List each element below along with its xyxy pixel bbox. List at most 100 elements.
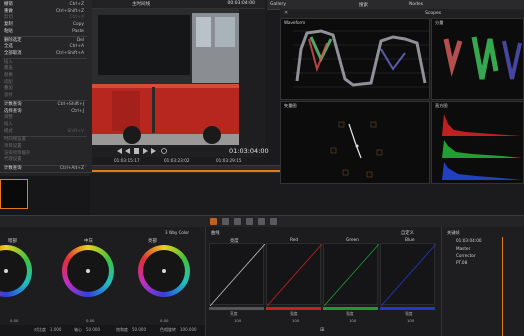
keyframe-row-master[interactable]: Master xyxy=(456,246,470,251)
color-wheels-panel: 3 Way Color 暗部 中灰 亮部 0.00 0.00 0.00 对比度 … xyxy=(0,227,205,336)
shadows-wheel[interactable] xyxy=(0,245,32,297)
keyframe-row-corrector[interactable]: Corrector xyxy=(456,253,476,258)
blue-curve[interactable] xyxy=(380,243,437,307)
menu-item-label: 模式 xyxy=(4,128,13,134)
window-tool-icon[interactable] xyxy=(246,218,253,225)
nodes-tab[interactable]: Nodes xyxy=(409,2,423,7)
scopes-tab[interactable]: Scopes xyxy=(425,11,441,16)
curves-custom[interactable]: 自定义 xyxy=(401,230,414,236)
menu-item-label: 代理设置 xyxy=(4,157,22,163)
menu-item-label: 项目设置 xyxy=(4,144,22,149)
wheels-mode[interactable]: 3 Way Color xyxy=(165,230,189,235)
menu-item-shortcut: Copy xyxy=(72,22,84,28)
curves-panel: 曲线 自定义 亮度 Red Green Blue 亮度 强度 强度 强度 100… xyxy=(205,227,442,336)
viewer-timecode: 00:03:04:00 xyxy=(227,1,255,6)
menu-item-shortcut: Ctrl+Shift+Z xyxy=(55,8,84,14)
highlights-value: 0.00 xyxy=(160,318,169,323)
timecode-ruler: 01:03:15:17 01:03:23:02 01:03:29:15 xyxy=(92,157,265,165)
menu-item-label: 剪切 xyxy=(4,15,13,21)
blue-bar[interactable] xyxy=(380,307,435,310)
midtones-wheel[interactable] xyxy=(62,245,114,297)
contrast-value[interactable]: 1.000 xyxy=(50,327,61,332)
tc-mid: 01:03:23:02 xyxy=(164,158,190,163)
menu-item: 适配 xyxy=(4,80,90,86)
menu-item: 覆盖 xyxy=(4,66,90,72)
menu-item[interactable]: 计数查询 Ctrl+Shift+J xyxy=(4,102,90,108)
wheel-puck[interactable] xyxy=(162,269,166,273)
menu-item-shortcut: Ctrl+Z xyxy=(69,2,85,7)
menu-item-label: 删除选定 xyxy=(4,37,22,43)
luma-bar[interactable] xyxy=(209,307,264,310)
histogram-scope: 直方图 xyxy=(431,101,524,184)
menu-item-label: 替换 xyxy=(4,73,13,78)
sat-value[interactable]: 50.000 xyxy=(132,327,146,332)
luma-value: 100 xyxy=(234,318,242,323)
wheels-tool-icon[interactable] xyxy=(210,218,217,225)
gallery-tab[interactable]: Gallery xyxy=(270,2,286,7)
menu-item[interactable]: 全部取消 Ctrl+Shift+A xyxy=(4,51,90,57)
clip-thumbnail[interactable] xyxy=(0,179,28,209)
menu-item-label: 粘贴 xyxy=(4,28,13,34)
menu-item[interactable]: 撤销 Ctrl+Z xyxy=(4,2,90,8)
menu-item: 插入 xyxy=(4,122,90,128)
contrast-label: 对比度 xyxy=(34,327,46,332)
wheels-params: 对比度 1.000 轴心 50.000 饱和度 50.000 色相旋转 100.… xyxy=(0,325,205,336)
red-bar[interactable] xyxy=(266,307,321,310)
vectorscope: 矢量图 xyxy=(280,101,430,184)
close-icon[interactable]: ✕ xyxy=(284,10,288,16)
menu-item-label: 复制 xyxy=(4,22,13,28)
blur-tool-icon[interactable] xyxy=(270,218,277,225)
playhead[interactable] xyxy=(502,237,503,336)
mini-timeline[interactable] xyxy=(92,165,280,173)
menu-item[interactable]: 复制 Copy xyxy=(4,22,90,28)
tracker-tool-icon[interactable] xyxy=(258,218,265,225)
menu-item-shortcut: Ctrl+X xyxy=(69,15,85,21)
menu-item[interactable]: 重做 Ctrl+Shift+Z xyxy=(4,9,90,15)
video-viewer[interactable] xyxy=(92,9,239,145)
menu-item[interactable]: 删除选定 Del xyxy=(4,38,90,44)
red-curve[interactable] xyxy=(266,243,323,307)
histogram-trace xyxy=(442,114,522,180)
menu-item-label: 适配 xyxy=(4,79,13,85)
pivot-value[interactable]: 50.000 xyxy=(86,327,100,332)
menu-item-label: 插入 xyxy=(4,59,13,65)
wheel-label-highlights: 亮部 xyxy=(148,239,157,244)
wheel-label-shadows: 暗部 xyxy=(8,239,17,244)
menu-item[interactable]: 粘贴 Paste xyxy=(4,29,90,35)
parade-trace xyxy=(443,36,522,80)
luma-curve[interactable] xyxy=(209,243,266,307)
green-bar[interactable] xyxy=(323,307,378,310)
menu-item[interactable]: 计数查询 Ctrl+Alt+Z xyxy=(4,166,90,172)
menu-item-label: 叠加 xyxy=(4,86,13,92)
keyframe-row-pt[interactable]: PT.08 xyxy=(456,260,467,265)
menu-item: 代理设置 xyxy=(4,157,90,163)
blue-value: 100 xyxy=(407,318,415,323)
luma-bar-label: 亮度 xyxy=(230,311,238,316)
expand-icon[interactable]: ⊞ xyxy=(320,327,324,333)
green-curve[interactable] xyxy=(323,243,380,307)
waveform-scope: Waveform xyxy=(280,18,430,100)
qualifier-tool-icon[interactable] xyxy=(234,218,241,225)
menu-item-shortcut: Shift+V xyxy=(67,128,84,134)
highlights-wheel[interactable] xyxy=(138,245,190,297)
menu-item: 模式 Shift+V xyxy=(4,129,90,135)
red-value: 100 xyxy=(292,318,300,323)
menu-item[interactable]: 全选 Ctrl+A xyxy=(4,44,90,50)
menu-item-shortcut: Ctrl+A xyxy=(69,44,85,50)
menu-item-shortcut: Ctrl+J xyxy=(71,108,84,114)
menu-item[interactable]: 选择查询 Ctrl+J xyxy=(4,109,90,115)
wheel-puck[interactable] xyxy=(86,269,90,273)
menu-item-label: 撤销 xyxy=(4,2,13,7)
shadows-value: 0.00 xyxy=(10,318,19,323)
red-bar-label: 强度 xyxy=(290,311,298,316)
menu-item-label: 计数查询 xyxy=(4,166,22,172)
wheel-puck[interactable] xyxy=(4,269,8,273)
curves-tool-icon[interactable] xyxy=(222,218,229,225)
hue-value[interactable]: 100.000 xyxy=(180,327,197,332)
big-timecode: 01:03:04:00 xyxy=(229,147,269,155)
keyframes-panel: 关键帧 01:03:04:00 Master Corrector PT.08 xyxy=(441,227,524,336)
search-label[interactable]: 搜索 xyxy=(359,2,368,8)
menu-item: 叠加 xyxy=(4,86,90,92)
menu-item: 项目设置 xyxy=(4,144,90,150)
tc-right: 01:03:29:15 xyxy=(216,158,242,163)
